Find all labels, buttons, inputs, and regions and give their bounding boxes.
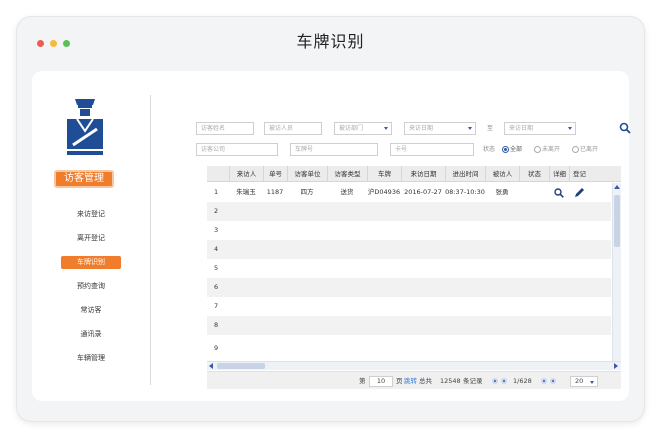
pagination-bar: 第 10 页 跳转 总共 12548 条记录 1/628 20 bbox=[207, 371, 621, 389]
column-header[interactable]: 单号 bbox=[263, 166, 287, 182]
visited-dept-select[interactable]: 被访部门 bbox=[334, 122, 392, 135]
column-header[interactable]: 访客单位 bbox=[287, 166, 327, 182]
date-range-to-label: 至 bbox=[487, 125, 494, 132]
search-icon[interactable] bbox=[554, 188, 564, 198]
main-content: 访客管理 来访登记 离开登记 车牌识别 预约查询 常访客 通讯录 车辆管理 访客… bbox=[32, 71, 631, 401]
table-row[interactable]: 5 bbox=[207, 259, 611, 278]
app-window: 车牌识别 访客管理 来访登记 离开登记 车牌识别 预约查询 常访客 通讯录 车辆… bbox=[17, 17, 644, 421]
plate-number-input[interactable]: 车牌号 bbox=[290, 143, 378, 156]
status-radio-left[interactable]: 已离开 bbox=[572, 143, 598, 156]
row-number: 2 bbox=[214, 207, 219, 215]
cell-host: 张勇 bbox=[495, 188, 509, 196]
horizontal-scroll-thumb[interactable] bbox=[217, 363, 265, 369]
scroll-up-arrow-icon[interactable] bbox=[614, 185, 620, 189]
prev-page-icon[interactable] bbox=[501, 378, 507, 384]
cell-visitor: 朱瑞玉 bbox=[236, 188, 256, 196]
table-row[interactable]: 4 bbox=[207, 240, 611, 259]
column-header[interactable]: 车牌 bbox=[367, 166, 401, 182]
table-row[interactable]: 3 bbox=[207, 221, 611, 240]
column-header[interactable]: 详细 bbox=[549, 166, 569, 182]
table-row[interactable]: 7 bbox=[207, 297, 611, 316]
table-row[interactable]: 1 朱瑞玉 1187 四方 送货 沪D04936 2016-07-27 08:3… bbox=[207, 183, 611, 202]
sidebar-divider bbox=[150, 95, 151, 385]
page-prefix: 第 bbox=[359, 377, 366, 385]
sidebar-item-appointment-query[interactable]: 预约查询 bbox=[61, 280, 121, 293]
cell-time: 08:37-10:30 bbox=[445, 188, 485, 196]
status-radio-all[interactable]: 全部 bbox=[502, 143, 522, 156]
column-header[interactable]: 来访日期 bbox=[401, 166, 445, 182]
next-page-icon[interactable] bbox=[541, 378, 547, 384]
status-radio-not-left[interactable]: 未离开 bbox=[534, 143, 560, 156]
vertical-scroll-thumb[interactable] bbox=[614, 195, 620, 247]
page-info: 1/628 bbox=[513, 377, 532, 385]
row-number: 3 bbox=[214, 226, 219, 234]
visited-person-input[interactable]: 被访人员 bbox=[264, 122, 322, 135]
row-number: 9 bbox=[214, 344, 219, 352]
table-row[interactable]: 2 bbox=[207, 202, 611, 221]
table-header: 来访人 单号 访客单位 访客类型 车牌 来访日期 进出时间 被访人 状态 详细 … bbox=[207, 166, 621, 182]
column-header[interactable]: 登记 bbox=[569, 166, 589, 182]
visitor-company-input[interactable]: 访客公司 bbox=[196, 143, 278, 156]
cell-status bbox=[519, 183, 549, 202]
sidebar: 访客管理 来访登记 离开登记 车牌识别 预约查询 常访客 通讯录 车辆管理 bbox=[32, 71, 150, 401]
sidebar-item-frequent-visitors[interactable]: 常访客 bbox=[61, 304, 121, 317]
sidebar-item-contacts[interactable]: 通讯录 bbox=[61, 328, 121, 341]
cell-date: 2016-07-27 bbox=[404, 188, 442, 196]
jump-link[interactable]: 跳转 bbox=[404, 372, 417, 390]
scroll-right-arrow-icon[interactable] bbox=[614, 363, 618, 369]
window-title: 车牌识别 bbox=[296, 32, 365, 51]
row-number: 4 bbox=[214, 245, 219, 253]
cell-company: 四方 bbox=[300, 188, 314, 196]
cell-number: 1187 bbox=[266, 188, 284, 196]
row-number: 8 bbox=[214, 321, 219, 329]
last-page-icon[interactable] bbox=[550, 378, 556, 384]
visitor-table: 来访人 单号 访客单位 访客类型 车牌 来访日期 进出时间 被访人 状态 详细 … bbox=[207, 166, 621, 372]
app-name-button[interactable]: 访客管理 bbox=[54, 170, 114, 188]
page-suffix: 页 bbox=[396, 377, 403, 385]
pencil-icon[interactable] bbox=[574, 187, 585, 198]
cell-type: 送货 bbox=[340, 188, 354, 196]
column-header[interactable]: 来访人 bbox=[229, 166, 263, 182]
date-from-select[interactable]: 来访日期 bbox=[404, 122, 476, 135]
status-label: 状态 bbox=[483, 146, 496, 153]
total-count: 12548 bbox=[440, 377, 461, 385]
sidebar-item-leave-register[interactable]: 离开登记 bbox=[61, 232, 121, 245]
row-number: 5 bbox=[214, 264, 219, 272]
total-suffix: 条记录 bbox=[463, 377, 483, 385]
row-number: 1 bbox=[214, 188, 219, 196]
table-row[interactable]: 9 bbox=[207, 335, 611, 361]
sidebar-item-plate-recognition[interactable]: 车牌识别 bbox=[61, 256, 121, 269]
table-row[interactable]: 8 bbox=[207, 316, 611, 335]
sidebar-item-vehicle-management[interactable]: 车辆管理 bbox=[61, 352, 121, 365]
security-guard-icon bbox=[67, 99, 103, 155]
table-row[interactable]: 6 bbox=[207, 278, 611, 297]
column-header[interactable]: 状态 bbox=[519, 166, 549, 182]
sidebar-item-visit-register[interactable]: 来访登记 bbox=[61, 208, 121, 221]
cell-plate: 沪D04936 bbox=[367, 188, 401, 196]
search-icon[interactable] bbox=[619, 122, 631, 134]
row-number: 7 bbox=[214, 302, 219, 310]
sidebar-menu: 来访登记 离开登记 车牌识别 预约查询 常访客 通讯录 车辆管理 bbox=[46, 208, 136, 376]
column-header[interactable]: 访客类型 bbox=[327, 166, 367, 182]
date-to-select[interactable]: 来访日期 bbox=[504, 122, 576, 135]
page-size-select[interactable]: 20 bbox=[570, 376, 598, 387]
total-prefix: 总共 bbox=[419, 377, 432, 385]
row-number: 6 bbox=[214, 283, 219, 291]
first-page-icon[interactable] bbox=[492, 378, 498, 384]
vertical-scrollbar[interactable] bbox=[612, 183, 621, 361]
horizontal-scrollbar[interactable] bbox=[207, 361, 621, 370]
card-number-input[interactable]: 卡号 bbox=[390, 143, 474, 156]
scroll-left-arrow-icon[interactable] bbox=[209, 363, 213, 369]
page-number-input[interactable]: 10 bbox=[369, 376, 393, 387]
visitor-name-input[interactable]: 访客姓名 bbox=[196, 122, 254, 135]
column-header[interactable]: 被访人 bbox=[485, 166, 519, 182]
column-header[interactable]: 进出时间 bbox=[445, 166, 485, 182]
